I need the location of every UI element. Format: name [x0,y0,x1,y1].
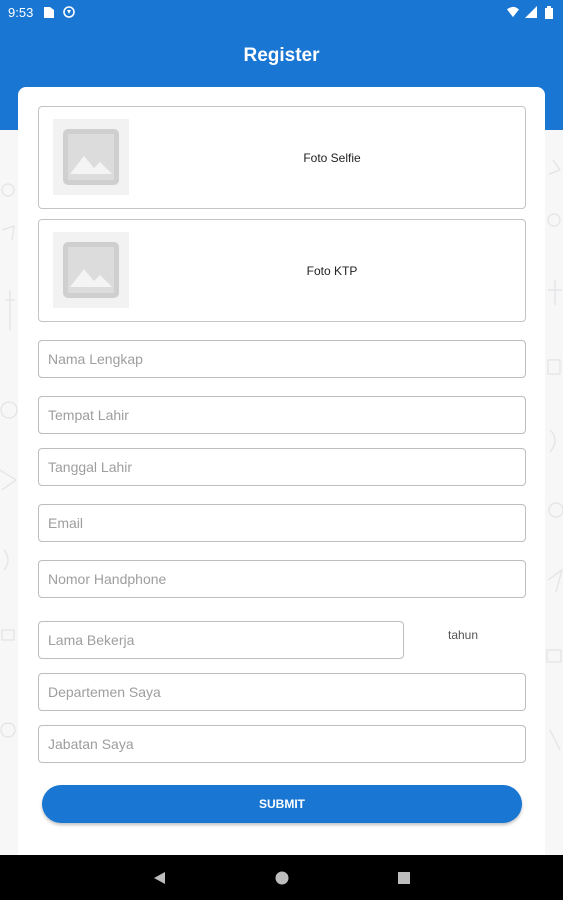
jabatan-input[interactable] [38,725,526,763]
ktp-label: Foto KTP [306,263,358,278]
sync-icon [63,6,76,18]
submit-button[interactable]: SUBMIT [42,785,522,823]
image-placeholder-icon [53,119,129,195]
tanggal-lahir-input[interactable] [38,448,526,486]
nomor-handphone-input[interactable] [38,560,526,598]
ktp-photo-picker[interactable]: Foto KTP [38,219,526,322]
navigation-bar [0,855,563,900]
departemen-input[interactable] [38,673,526,711]
page-title: Register [243,45,320,66]
tempat-lahir-input[interactable] [38,396,526,434]
signal-icon [525,6,537,18]
nama-lengkap-input[interactable] [38,340,526,378]
status-time: 9:53 [8,4,34,20]
status-bar: 9:53 [0,0,563,24]
sim-card-icon [43,6,55,18]
lama-bekerja-input[interactable] [38,621,404,659]
selfie-label: Foto Selfie [303,150,361,165]
wifi-icon [507,6,519,18]
recents-icon[interactable] [392,866,416,890]
image-placeholder-icon [53,232,129,308]
back-icon[interactable] [148,866,172,890]
selfie-photo-picker[interactable]: Foto Selfie [38,106,526,209]
tahun-unit-label: tahun [448,628,479,642]
battery-icon [543,5,555,19]
home-icon[interactable] [270,866,294,890]
email-input[interactable] [38,504,526,542]
